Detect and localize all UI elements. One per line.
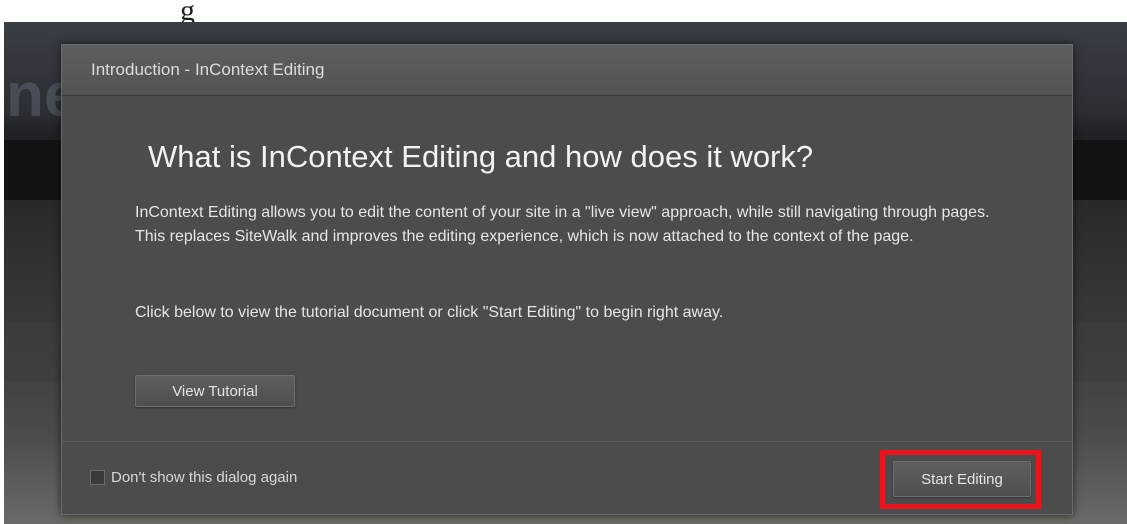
dont-show-label[interactable]: Don't show this dialog again — [111, 469, 297, 486]
intro-dialog: Introduction - InContext Editing What is… — [61, 44, 1073, 515]
dont-show-option[interactable]: Don't show this dialog again — [90, 469, 297, 486]
start-editing-button[interactable]: Start Editing — [893, 461, 1031, 497]
instruction-paragraph: Click below to view the tutorial documen… — [135, 304, 724, 321]
dialog-title: Introduction - InContext Editing — [91, 60, 325, 79]
page-header-fragment: g — [180, 0, 195, 24]
intro-paragraph: InContext Editing allows you to edit the… — [135, 204, 990, 245]
view-tutorial-button[interactable]: View Tutorial — [135, 375, 295, 407]
footer-divider — [62, 441, 1072, 442]
dont-show-checkbox[interactable] — [90, 470, 105, 485]
dialog-titlebar: Introduction - InContext Editing — [62, 45, 1072, 96]
dialog-heading: What is InContext Editing and how does i… — [148, 139, 814, 174]
